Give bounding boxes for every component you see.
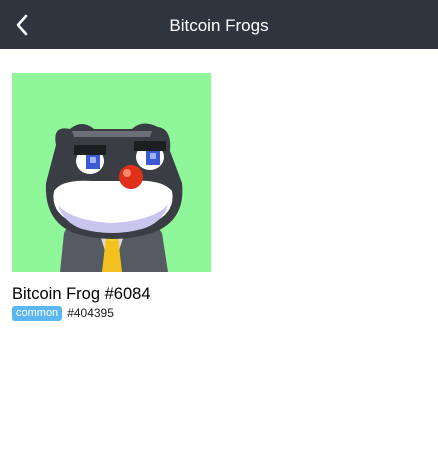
top-bar: Bitcoin Frogs	[0, 0, 438, 49]
frog-artwork[interactable]	[12, 73, 211, 272]
nft-card[interactable]: Bitcoin Frog #6084 common #404395	[12, 73, 212, 321]
rarity-badge: common	[12, 305, 63, 321]
nft-name[interactable]: Bitcoin Frog #6084	[12, 284, 212, 304]
page-title: Bitcoin Frogs	[169, 16, 269, 35]
inscription-number: #404395	[67, 306, 114, 320]
nft-meta: common #404395	[12, 305, 212, 321]
